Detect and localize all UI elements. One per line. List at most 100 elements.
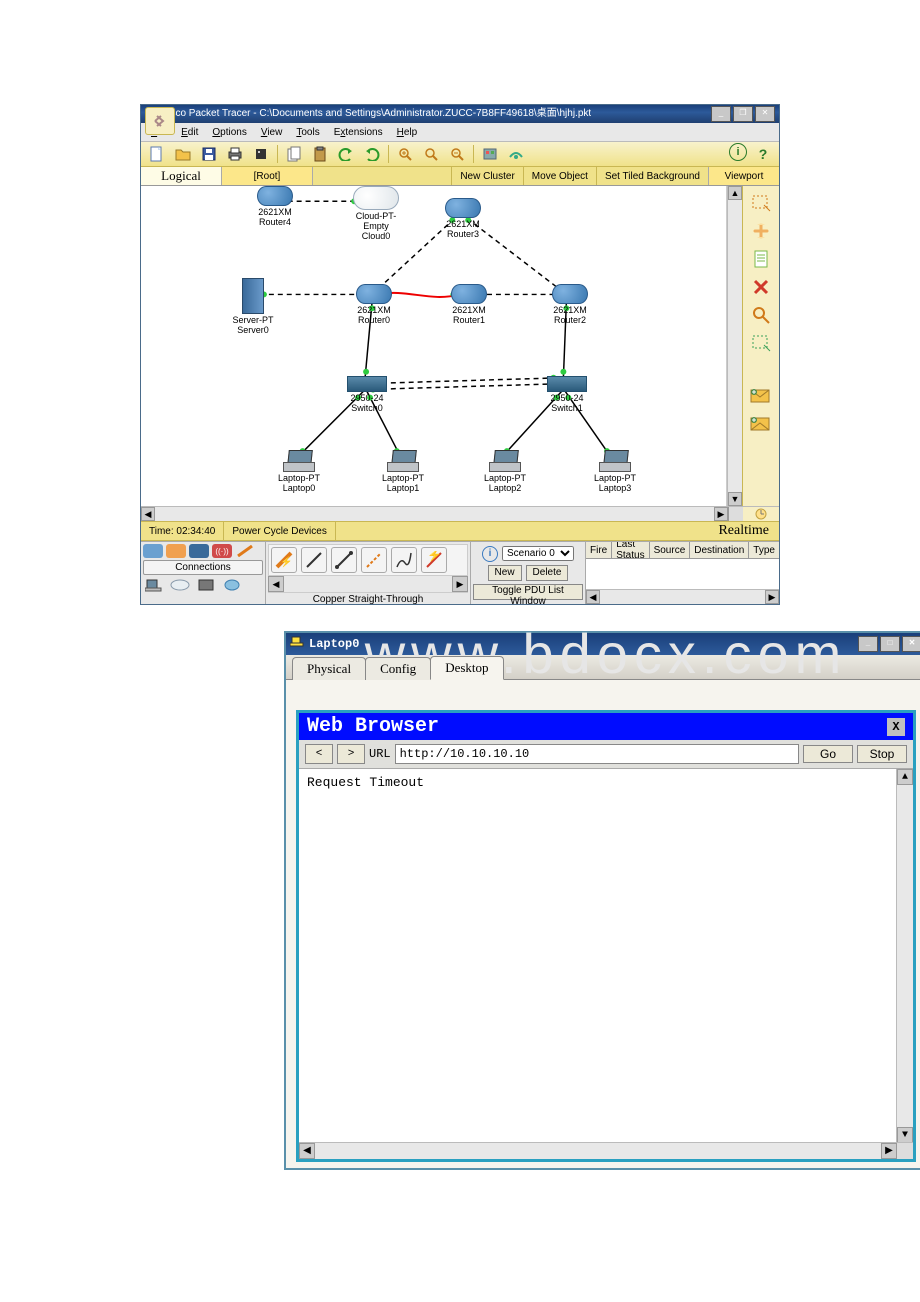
zoom-reset-icon[interactable]	[419, 143, 443, 165]
tab-config[interactable]: Config	[365, 657, 431, 680]
router2-node[interactable]: 2621XMRouter2	[540, 284, 600, 326]
router0-node[interactable]: 2621XMRouter0	[344, 284, 404, 326]
scenario-delete-button[interactable]: Delete	[526, 565, 569, 581]
save-icon[interactable]	[197, 143, 221, 165]
router3-node[interactable]: 2621XMRouter3	[433, 198, 493, 240]
power-cycle-button[interactable]: Power Cycle Devices	[224, 522, 335, 540]
laptop2-node[interactable]: Laptop-PTLaptop2	[475, 450, 535, 494]
pdu-hdr-destination[interactable]: Destination	[690, 542, 749, 558]
tab-desktop[interactable]: Desktop	[430, 656, 503, 680]
logical-tab[interactable]: Logical	[141, 167, 222, 185]
pdu-horizontal-scrollbar[interactable]: ◀▶	[586, 589, 779, 604]
new-cluster-button[interactable]: New Cluster	[451, 167, 522, 185]
canvas-vertical-scrollbar[interactable]: ▲ ▼	[727, 186, 742, 506]
viewport-button[interactable]: Viewport	[708, 167, 779, 185]
conn-fiber-icon[interactable]	[391, 547, 417, 573]
server0-node[interactable]: Server-PTServer0	[223, 278, 283, 336]
tab-physical[interactable]: Physical	[292, 657, 366, 680]
url-input[interactable]	[395, 744, 799, 764]
cat-wireless-icon[interactable]: ((·))	[212, 544, 232, 558]
pdu-list-body[interactable]	[586, 559, 779, 589]
toggle-pdu-list-button[interactable]: Toggle PDU List Window	[473, 584, 583, 600]
delete-tool-icon[interactable]	[748, 276, 774, 298]
pdu-hdr-source[interactable]: Source	[650, 542, 691, 558]
restore-button[interactable]: ❐	[733, 106, 753, 122]
move-tool-icon[interactable]	[748, 220, 774, 242]
menu-view[interactable]: View	[255, 127, 289, 138]
print-icon[interactable]	[223, 143, 247, 165]
root-button[interactable]: [Root]	[222, 167, 313, 185]
browser-titlebar[interactable]: Web Browser X	[299, 713, 913, 740]
scenario-info-icon[interactable]: i	[482, 546, 498, 562]
pdu-hdr-type[interactable]: Type	[749, 542, 779, 558]
laptop0-close-button[interactable]: ✕	[902, 636, 920, 652]
menu-edit[interactable]: Edit	[175, 127, 204, 138]
router4-node[interactable]: 2621XMRouter4	[245, 186, 305, 228]
cat-hubs-icon[interactable]	[189, 544, 209, 558]
topology-canvas[interactable]: 2621XMRouter4 Cloud-PT-EmptyCloud0 2621X…	[141, 186, 727, 506]
close-button[interactable]: ✕	[755, 106, 775, 122]
browser-viewport[interactable]: Request Timeout ▲▼ ◀▶	[299, 769, 913, 1159]
sim-mode-icon[interactable]	[754, 508, 768, 520]
browser-forward-button[interactable]: >	[337, 744, 365, 764]
note-tool-icon[interactable]	[748, 248, 774, 270]
cat-routers-icon[interactable]	[143, 544, 163, 558]
switch1-node[interactable]: 2950-24Switch1	[537, 376, 597, 414]
open-file-icon[interactable]	[171, 143, 195, 165]
cat-wan-icon[interactable]	[169, 577, 191, 593]
new-file-icon[interactable]	[145, 143, 169, 165]
select-tool-icon[interactable]	[748, 192, 774, 214]
switch0-node[interactable]: 2950-24Switch0	[337, 376, 397, 414]
browser-close-button[interactable]: X	[887, 718, 905, 736]
custom-devices-icon[interactable]	[504, 143, 528, 165]
info-icon[interactable]: i	[729, 143, 747, 161]
pdu-hdr-fire[interactable]: Fire	[586, 542, 612, 558]
undo-icon[interactable]	[334, 143, 358, 165]
add-complex-pdu-icon[interactable]	[748, 412, 774, 434]
scenario-select[interactable]: Scenario 0	[502, 546, 574, 561]
router1-node[interactable]: 2621XMRouter1	[439, 284, 499, 326]
conn-console-icon[interactable]	[301, 547, 327, 573]
laptop0-minimize-button[interactable]: _	[858, 636, 878, 652]
navigation-back-icon[interactable]	[145, 107, 175, 135]
conn-scroll-left[interactable]: ◀	[268, 576, 284, 592]
add-simple-pdu-icon[interactable]	[748, 384, 774, 406]
palette-icon[interactable]	[478, 143, 502, 165]
conn-copper-straight-icon[interactable]	[331, 547, 357, 573]
zoom-out-icon[interactable]	[445, 143, 469, 165]
laptop0-titlebar[interactable]: Laptop0 _ □ ✕	[286, 633, 920, 655]
wizard-icon[interactable]	[249, 143, 273, 165]
copy-icon[interactable]	[282, 143, 306, 165]
cloud0-node[interactable]: Cloud-PT-EmptyCloud0	[346, 186, 406, 242]
menu-extensions[interactable]: Extensions	[328, 127, 389, 138]
conn-copper-cross-icon[interactable]	[361, 547, 387, 573]
laptop0-node[interactable]: Laptop-PTLaptop0	[269, 450, 329, 494]
conn-auto-icon[interactable]: ⚡	[271, 547, 297, 573]
browser-horizontal-scrollbar[interactable]: ◀▶	[299, 1142, 913, 1159]
redo-icon[interactable]	[360, 143, 384, 165]
zoom-in-icon[interactable]	[393, 143, 417, 165]
laptop1-node[interactable]: Laptop-PTLaptop1	[373, 450, 433, 494]
browser-stop-button[interactable]: Stop	[857, 745, 907, 763]
conn-phone-icon[interactable]: ⚡	[421, 547, 447, 573]
pdu-hdr-last-status[interactable]: Last Status	[612, 542, 649, 558]
laptop3-node[interactable]: Laptop-PTLaptop3	[585, 450, 645, 494]
cat-switches-icon[interactable]	[166, 544, 186, 558]
inspect-tool-icon[interactable]	[748, 304, 774, 326]
cat-connections-icon[interactable]	[235, 544, 255, 558]
move-object-button[interactable]: Move Object	[523, 167, 596, 185]
cat-multiuser-icon[interactable]	[221, 577, 243, 593]
cat-end-devices-icon[interactable]	[143, 577, 165, 593]
menu-options[interactable]: Options	[206, 127, 252, 138]
main-titlebar[interactable]: Cisco Packet Tracer - C:\Documents and S…	[141, 105, 779, 123]
conn-scroll-right[interactable]: ▶	[452, 576, 468, 592]
menu-help[interactable]: Help	[391, 127, 424, 138]
browser-go-button[interactable]: Go	[803, 745, 853, 763]
cat-custom-icon[interactable]	[195, 577, 217, 593]
laptop0-maximize-button[interactable]: □	[880, 636, 900, 652]
menu-tools[interactable]: Tools	[290, 127, 325, 138]
minimize-button[interactable]: _	[711, 106, 731, 122]
browser-vertical-scrollbar[interactable]: ▲▼	[896, 769, 913, 1159]
paste-icon[interactable]	[308, 143, 332, 165]
realtime-tab[interactable]: Realtime	[708, 523, 779, 539]
